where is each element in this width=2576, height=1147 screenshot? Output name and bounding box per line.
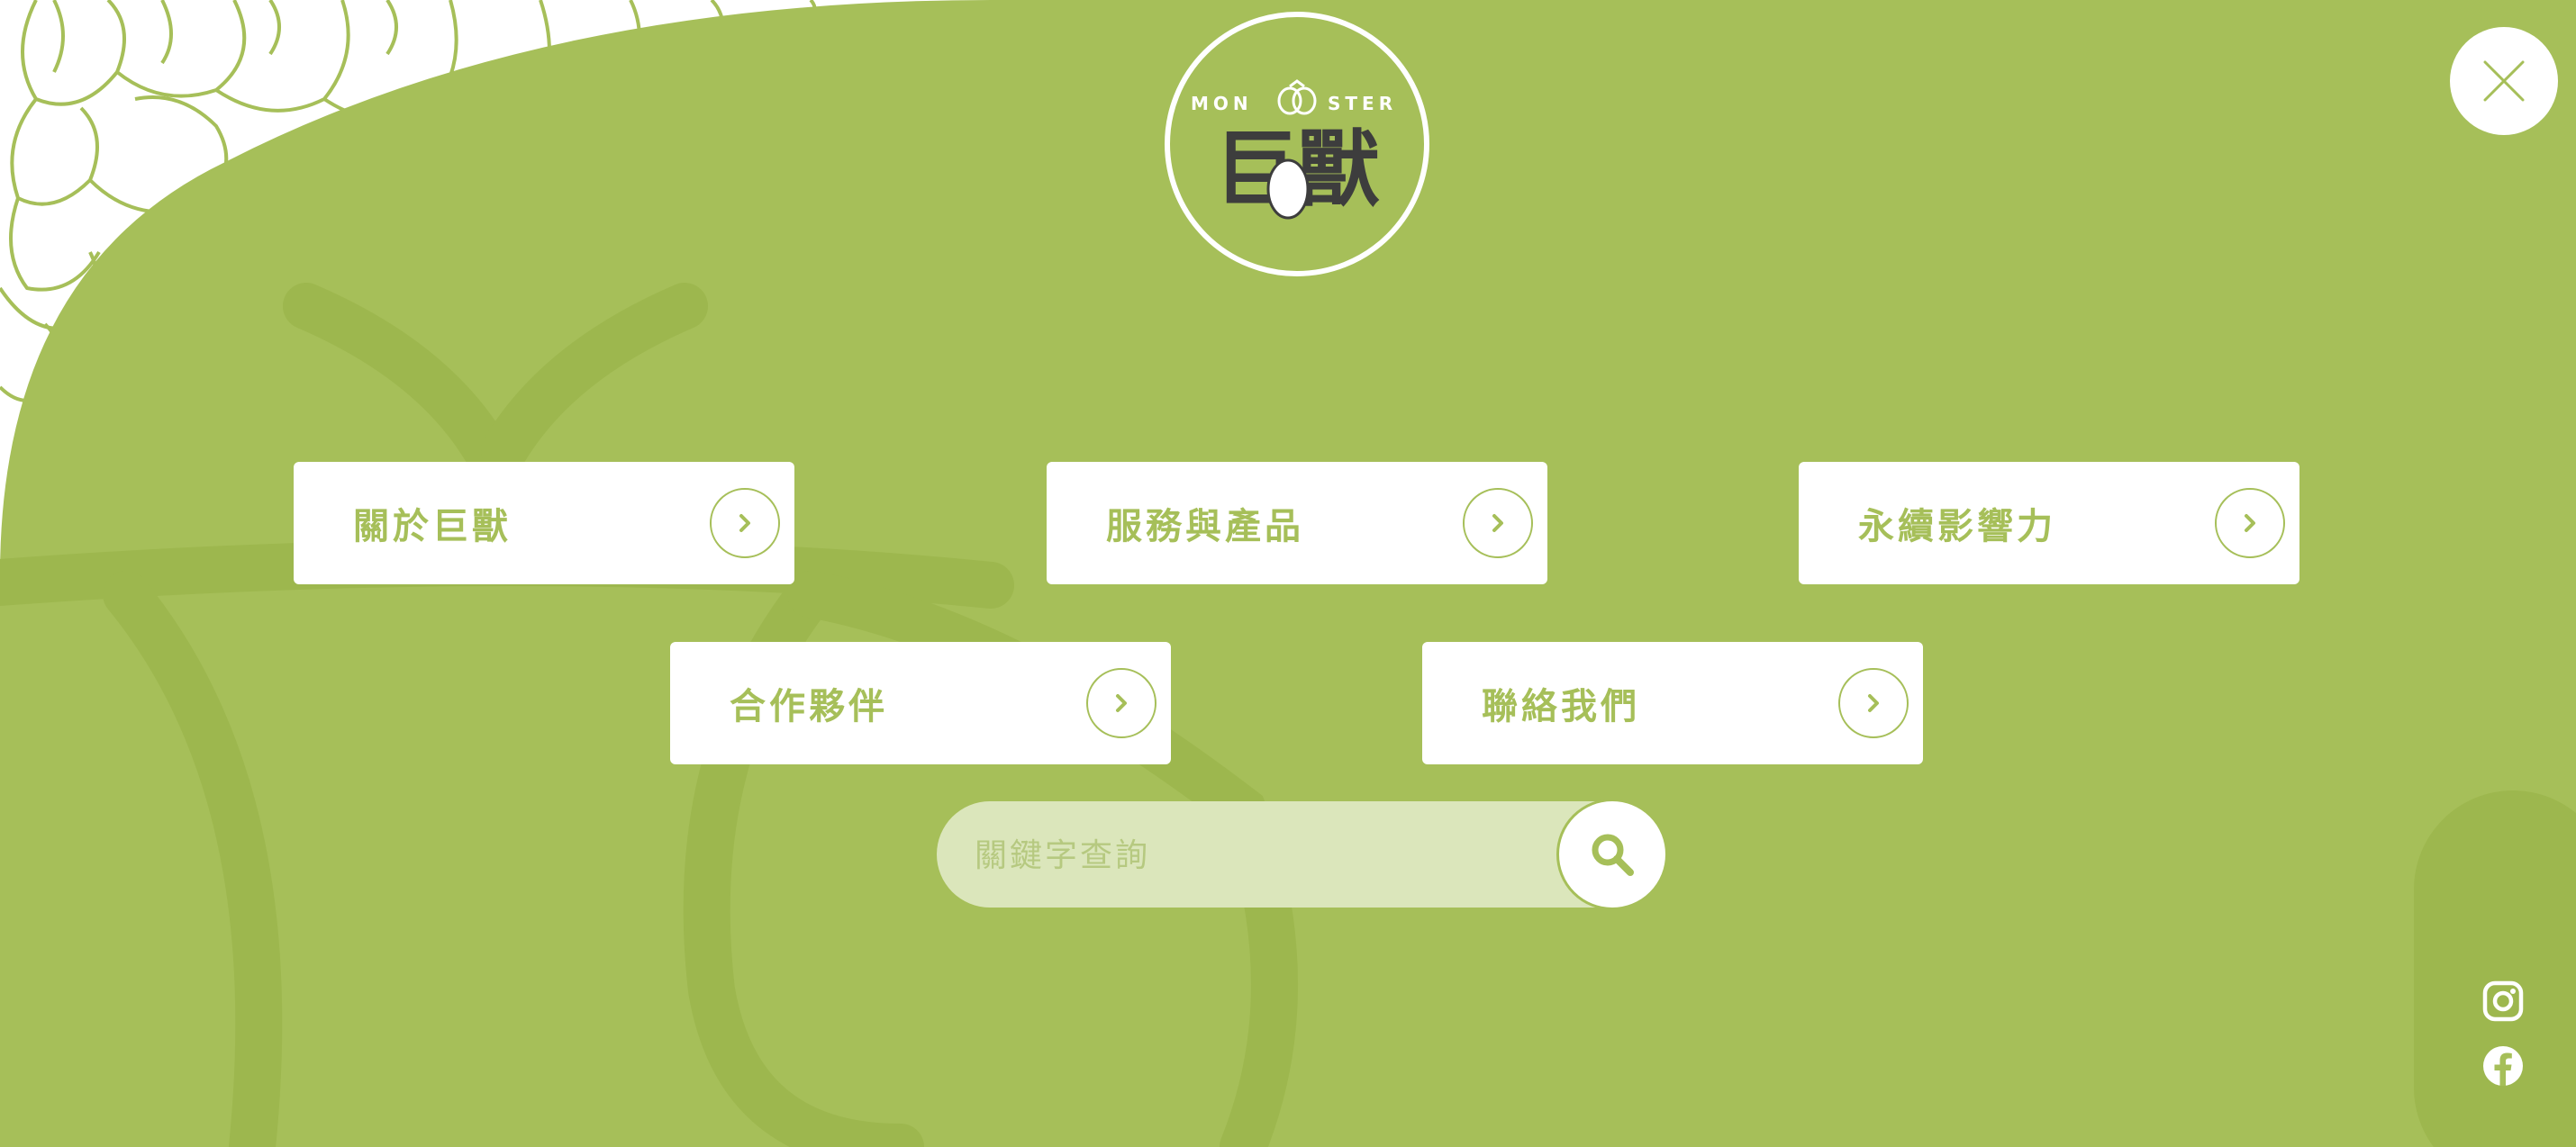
chevron-right-icon — [1838, 668, 1909, 738]
search-bar — [937, 799, 1668, 910]
nav-item-partners[interactable]: 合作夥伴 — [670, 642, 1171, 764]
nav-item-label: 服務與產品 — [1106, 506, 1304, 547]
chevron-right-icon — [1086, 668, 1156, 738]
nav-item-sustainability[interactable]: 永續影響力 — [1799, 462, 2299, 584]
logo-leaf-icon — [1266, 158, 1310, 220]
facebook-icon[interactable] — [2481, 1044, 2525, 1088]
logo-text-ster: STER — [1328, 93, 1397, 114]
nav-item-about[interactable]: 關於巨獸 — [294, 462, 794, 584]
search-input[interactable] — [973, 801, 1553, 909]
menu-overlay: MON STER 巨獸 關於巨獸 服務與產品 永續影響力 — [0, 0, 2576, 1147]
nav-item-label: 合作夥伴 — [730, 686, 888, 727]
logo-text-mon: MON — [1191, 93, 1253, 114]
close-icon — [2483, 60, 2525, 102]
instagram-icon[interactable] — [2481, 980, 2525, 1023]
close-button[interactable] — [2450, 27, 2558, 135]
chevron-right-icon — [710, 488, 780, 558]
social-links-bar — [2414, 790, 2576, 1147]
chevron-right-icon — [1463, 488, 1533, 558]
nav-item-label: 永續影響力 — [1858, 506, 2056, 547]
nav-item-label: 關於巨獸 — [353, 506, 512, 547]
nav-item-label: 聯絡我們 — [1482, 686, 1640, 727]
nav-item-contact[interactable]: 聯絡我們 — [1422, 642, 1923, 764]
chevron-right-icon — [2215, 488, 2285, 558]
brand-logo[interactable]: MON STER 巨獸 — [1162, 9, 1432, 279]
search-button[interactable] — [1556, 799, 1668, 910]
nav-item-services[interactable]: 服務與產品 — [1047, 462, 1547, 584]
search-icon — [1592, 834, 1634, 876]
